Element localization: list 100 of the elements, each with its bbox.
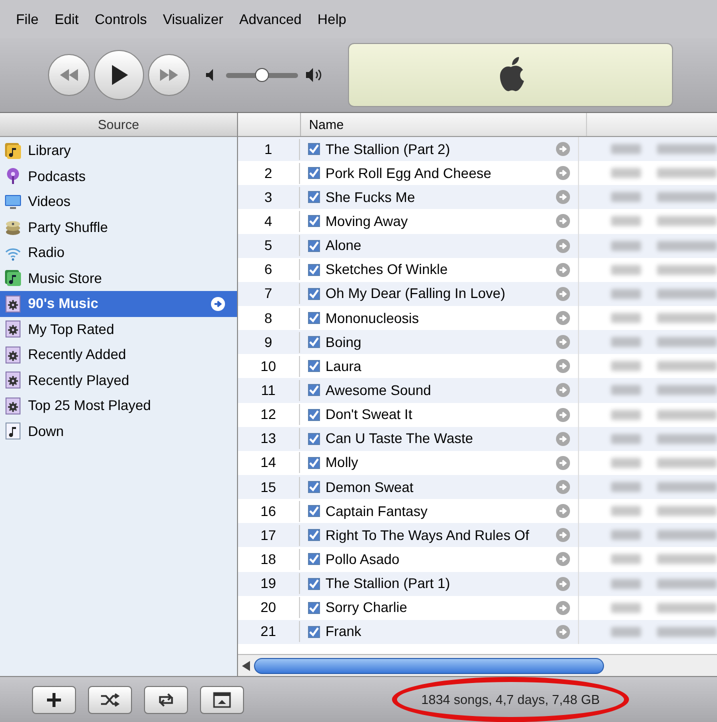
track-number: 9: [238, 332, 300, 353]
forward-icon: [160, 69, 178, 81]
track-name: Pork Roll Egg And Cheese: [326, 164, 492, 183]
track-checkbox[interactable]: [308, 408, 320, 421]
menu-item[interactable]: File: [16, 8, 39, 30]
track-checkbox[interactable]: [308, 602, 320, 614]
gear-icon: [4, 396, 22, 415]
track-number: 4: [238, 210, 300, 232]
track-number: 5: [238, 235, 300, 256]
menu-item[interactable]: Advanced: [239, 8, 302, 30]
track-name: Sorry Charlie: [326, 598, 408, 618]
blurred-time-drawing: [611, 264, 641, 275]
track-checkbox[interactable]: [308, 553, 320, 566]
blurred-artist-drawing: [657, 626, 717, 637]
source-item[interactable]: Library: [0, 138, 237, 164]
volume-slider[interactable]: [226, 68, 298, 82]
gear-icon: [4, 294, 22, 313]
track-number: 11: [238, 380, 300, 401]
track-checkbox[interactable]: [308, 360, 320, 372]
blurred-artist-drawing: [657, 216, 717, 226]
track-checkbox[interactable]: [308, 481, 320, 494]
track-checkbox[interactable]: [308, 288, 320, 300]
blurred-artist-drawing: [657, 410, 717, 420]
disc-stack-icon: [4, 218, 22, 236]
menu-item[interactable]: Edit: [54, 8, 79, 30]
track-name: Demon Sweat: [326, 478, 414, 497]
gear-icon: [4, 320, 22, 338]
repeat-button[interactable]: [144, 686, 188, 714]
play-button[interactable]: [94, 50, 144, 100]
blurred-artist-drawing: [657, 144, 717, 154]
shuffle-icon: [100, 692, 120, 706]
source-item[interactable]: Top 25 Most Played: [0, 393, 237, 418]
track-number: 17: [238, 524, 300, 546]
track-number: 15: [238, 476, 300, 498]
track-name: Captain Fantasy: [326, 502, 428, 521]
track-name: The Stallion (Part 2): [326, 140, 451, 159]
blurred-time-drawing: [611, 482, 641, 492]
track-checkbox[interactable]: [308, 264, 320, 276]
track-name: The Stallion (Part 1): [326, 574, 451, 594]
music-note-icon: [4, 422, 22, 440]
blurred-artist-drawing: [657, 458, 717, 468]
scroll-left-icon[interactable]: [242, 660, 250, 670]
menu-item[interactable]: Visualizer: [162, 8, 224, 30]
track-checkbox[interactable]: [308, 167, 320, 180]
rewind-icon: [60, 69, 78, 81]
plus-button[interactable]: [32, 686, 76, 714]
track-name: Boing: [326, 332, 362, 352]
source-item[interactable]: Music Store: [0, 266, 237, 291]
slider-thumb[interactable]: [255, 68, 269, 82]
speaker-loud-icon: [306, 68, 324, 82]
podcast-icon: [4, 167, 22, 186]
track-name: Awesome Sound: [326, 380, 432, 400]
blurred-artist-drawing: [657, 240, 717, 251]
menu-item[interactable]: Controls: [94, 8, 147, 30]
column-header[interactable]: Name: [309, 114, 344, 134]
source-item[interactable]: 90's Music: [0, 291, 237, 316]
menu-item[interactable]: Help: [318, 8, 346, 30]
track-number: 12: [238, 404, 300, 426]
source-item[interactable]: My Top Rated: [0, 316, 237, 342]
track-name: Sketches Of Winkle: [326, 260, 449, 280]
track-number: 10: [238, 356, 300, 377]
track-checkbox[interactable]: [308, 529, 320, 542]
track-number: 13: [238, 428, 300, 450]
eject-button[interactable]: [200, 686, 244, 714]
track-number: 19: [238, 573, 300, 594]
track-checkbox[interactable]: [308, 432, 320, 445]
track-number: 6: [238, 259, 300, 280]
track-checkbox[interactable]: [308, 384, 320, 396]
source-item[interactable]: Videos: [0, 189, 237, 214]
music-note-icon: [4, 269, 22, 288]
blurred-time-drawing: [611, 337, 641, 348]
track-checkbox[interactable]: [308, 336, 320, 348]
track-name: Don't Sweat It: [326, 405, 414, 424]
scrollbar-thumb[interactable]: [254, 658, 604, 674]
blurred-artist-drawing: [657, 288, 717, 299]
track-checkbox[interactable]: [308, 505, 320, 518]
source-item[interactable]: Podcasts: [0, 164, 237, 189]
track-checkbox[interactable]: [308, 143, 320, 156]
track-checkbox[interactable]: [308, 191, 320, 204]
source-item[interactable]: Recently Played: [0, 368, 237, 393]
source-item[interactable]: Party Shuffle: [0, 214, 237, 240]
track-checkbox[interactable]: [308, 626, 320, 638]
track-name: She Fucks Me: [326, 188, 416, 207]
track-checkbox[interactable]: [308, 456, 320, 469]
shuffle-button[interactable]: [88, 686, 132, 714]
source-item[interactable]: Recently Added: [0, 342, 237, 368]
column-header[interactable]: Source: [98, 114, 140, 134]
blurred-time-drawing: [611, 192, 641, 202]
track-checkbox[interactable]: [308, 240, 320, 252]
music-note-icon: [4, 142, 22, 160]
track-checkbox[interactable]: [308, 215, 320, 228]
blurred-time-drawing: [611, 578, 641, 589]
blurred-time-drawing: [611, 144, 641, 154]
track-number: 14: [238, 452, 300, 474]
track-checkbox[interactable]: [308, 312, 320, 324]
track-checkbox[interactable]: [308, 578, 320, 590]
source-item[interactable]: Down: [0, 418, 237, 444]
track-number: 16: [238, 500, 300, 522]
track-name: Right To The Ways And Rules Of: [326, 526, 530, 545]
source-item[interactable]: Radio: [0, 240, 237, 266]
